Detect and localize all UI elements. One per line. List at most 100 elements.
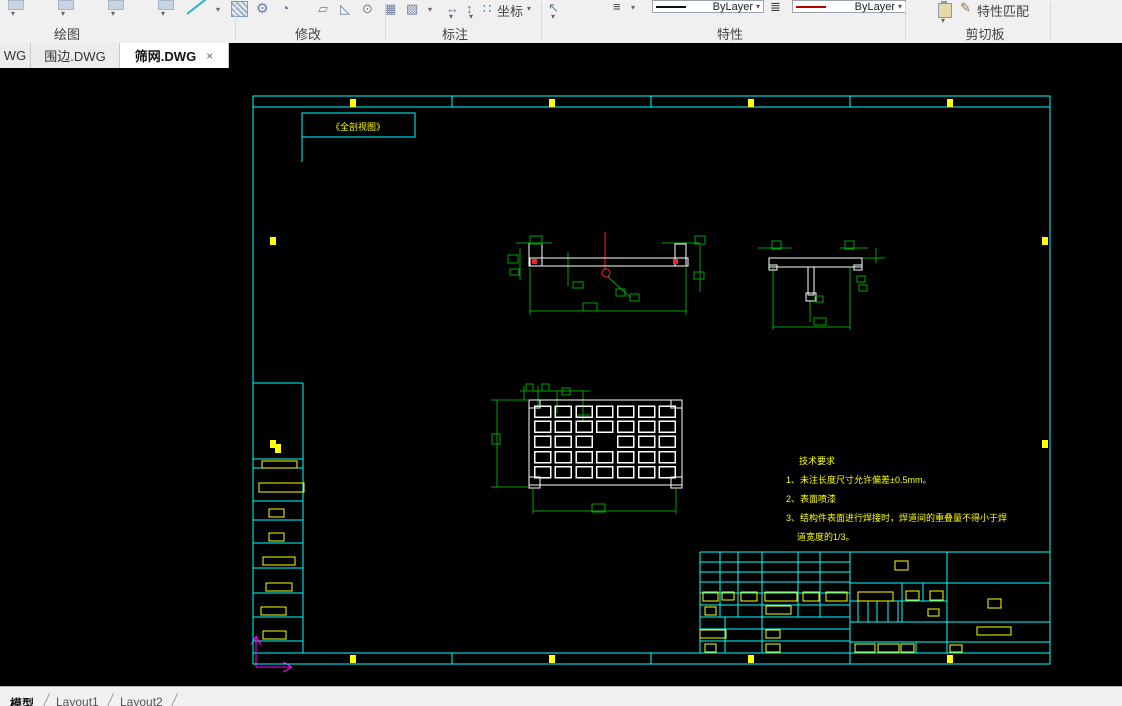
- hatch-icon[interactable]: [231, 1, 248, 17]
- panel-label-annotate: 标注: [441, 27, 469, 42]
- linetype-value: ByLayer: [854, 0, 895, 13]
- cad-rect: [529, 257, 689, 267]
- color-value: ByLayer: [712, 0, 753, 13]
- file-tab-bar: WG 围边.DWG 筛网.DWG ×: [0, 43, 1122, 68]
- panel-separator: [905, 2, 906, 40]
- mesh-hole: [637, 435, 656, 449]
- cad-rect: [894, 560, 909, 571]
- dropdown-caret[interactable]: ▾: [161, 10, 165, 18]
- mesh-hole: [637, 466, 656, 479]
- panel-separator: [385, 2, 386, 40]
- cad-rect: [699, 629, 727, 639]
- panel-label-draw: 绘图: [53, 27, 81, 42]
- cad-circle: [601, 268, 611, 278]
- cad-rect: [813, 317, 827, 326]
- dropdown-caret[interactable]: ▾: [941, 17, 945, 25]
- mesh-hole: [637, 420, 656, 433]
- dropdown-caret[interactable]: ▾: [551, 13, 555, 21]
- cad-rect: [541, 383, 550, 392]
- tab-layout2[interactable]: Layout2: [120, 695, 163, 706]
- cad-rect: [947, 99, 953, 107]
- drawing-area[interactable]: 《全剖视图》 技术要求 1、未注长度尺寸允许偏差±0.5mm。 2、表面喷漆 3、结构件…: [0, 68, 1122, 686]
- panel-label-modify: 修改: [294, 27, 322, 42]
- dropdown-caret[interactable]: ▾: [61, 10, 65, 18]
- mesh-hole: [637, 450, 656, 464]
- cad-rect: [976, 626, 1012, 636]
- mesh-hole: [533, 450, 552, 464]
- gear-icon[interactable]: ⚙: [256, 1, 269, 15]
- mesh-hole: [616, 435, 635, 449]
- cad-text: 技术要求: [799, 455, 835, 466]
- cad-rect: [629, 293, 640, 302]
- cad-rect: [857, 591, 894, 602]
- linetype-icon[interactable]: ≣: [770, 0, 781, 13]
- mesh-hole: [658, 435, 677, 449]
- file-tab-shaiwang-active[interactable]: 筛网.DWG ×: [120, 43, 229, 68]
- dropdown-caret[interactable]: ▾: [449, 13, 453, 21]
- cad-rect: [491, 433, 501, 445]
- cad-text: 3、结构件表面进行焊接时，焊道间的重叠量不得小于焊: [786, 512, 1007, 523]
- panel-label-properties: 特性: [716, 27, 744, 42]
- cad-rect: [262, 556, 296, 566]
- cad-text: 2、表面喷漆: [786, 493, 836, 504]
- panel-separator: [541, 2, 542, 40]
- mesh-hole: [616, 420, 635, 433]
- mesh-hole: [658, 420, 677, 433]
- cad-text: 1、未注长度尺寸允许偏差±0.5mm。: [786, 474, 931, 485]
- dropdown-caret[interactable]: ▾: [469, 13, 473, 21]
- file-tab-weibian[interactable]: 围边.DWG: [31, 43, 120, 68]
- cad-rect: [1042, 237, 1048, 245]
- tab-layout1[interactable]: Layout1: [56, 695, 99, 706]
- dropdown-caret[interactable]: ▾: [527, 5, 531, 13]
- scale-icon[interactable]: ▱: [318, 2, 328, 15]
- cad-rect: [670, 399, 683, 409]
- cad-rect: [525, 383, 534, 392]
- cad-rect: [572, 281, 584, 289]
- cad-rect: [549, 99, 555, 107]
- trim-icon[interactable]: ◺: [340, 2, 350, 15]
- match-properties-icon[interactable]: ✎: [960, 1, 971, 14]
- region-icon[interactable]: ◔: [281, 1, 289, 15]
- tab-separator: [106, 693, 115, 706]
- coordinates-button[interactable]: 坐标: [497, 1, 523, 20]
- cad-rect: [532, 259, 537, 264]
- edit-polyline-icon[interactable]: ▨: [406, 2, 418, 15]
- match-properties-button[interactable]: 特性匹配: [977, 1, 1029, 20]
- file-tab-wg[interactable]: WG: [0, 43, 31, 68]
- mesh-hole: [575, 420, 593, 433]
- dropdown-caret[interactable]: ▾: [216, 6, 220, 14]
- mesh-hole: [596, 466, 614, 479]
- rotate-icon[interactable]: ⊙: [362, 2, 373, 15]
- dropdown-caret[interactable]: ▾: [11, 10, 15, 18]
- cad-rect: [262, 630, 287, 640]
- cad-rect: [927, 608, 940, 617]
- linetype-combobox[interactable]: ByLayer ▾: [792, 0, 906, 13]
- cad-rect: [704, 606, 717, 616]
- cad-rect: [765, 605, 792, 615]
- color-combobox[interactable]: ByLayer ▾: [652, 0, 764, 13]
- panel-separator: [235, 2, 236, 40]
- mesh-hole: [658, 450, 677, 464]
- cad-rect: [704, 643, 717, 653]
- cad-rect: [856, 275, 866, 283]
- line-tool-icon[interactable]: [185, 0, 209, 16]
- cad-rect: [252, 95, 1051, 665]
- close-tab-icon[interactable]: ×: [206, 49, 213, 63]
- mesh-hole: [596, 450, 614, 464]
- cad-rect: [275, 444, 281, 453]
- coordinate-icon[interactable]: ∷: [483, 2, 491, 15]
- cad-rect: [807, 266, 815, 296]
- dropdown-caret[interactable]: ▾: [631, 4, 635, 12]
- cad-rect: [507, 254, 519, 264]
- mesh-hole: [533, 435, 552, 449]
- cad-rect: [268, 532, 285, 542]
- panel-separator: [1050, 2, 1051, 40]
- cad-rect: [854, 643, 876, 653]
- lineweight-icon[interactable]: ≡: [613, 0, 621, 13]
- cad-rect: [765, 629, 781, 639]
- tab-model[interactable]: 模型: [10, 695, 34, 706]
- drawing-canvas[interactable]: 《全剖视图》技术要求 1、未注长度尺寸允许偏差±0.5mm。 2、表面喷漆 3、结构件…: [0, 68, 1122, 686]
- layout-tab-bar: 模型 Layout1 Layout2: [0, 686, 1122, 706]
- dropdown-caret[interactable]: ▾: [428, 6, 432, 14]
- dropdown-caret[interactable]: ▾: [111, 10, 115, 18]
